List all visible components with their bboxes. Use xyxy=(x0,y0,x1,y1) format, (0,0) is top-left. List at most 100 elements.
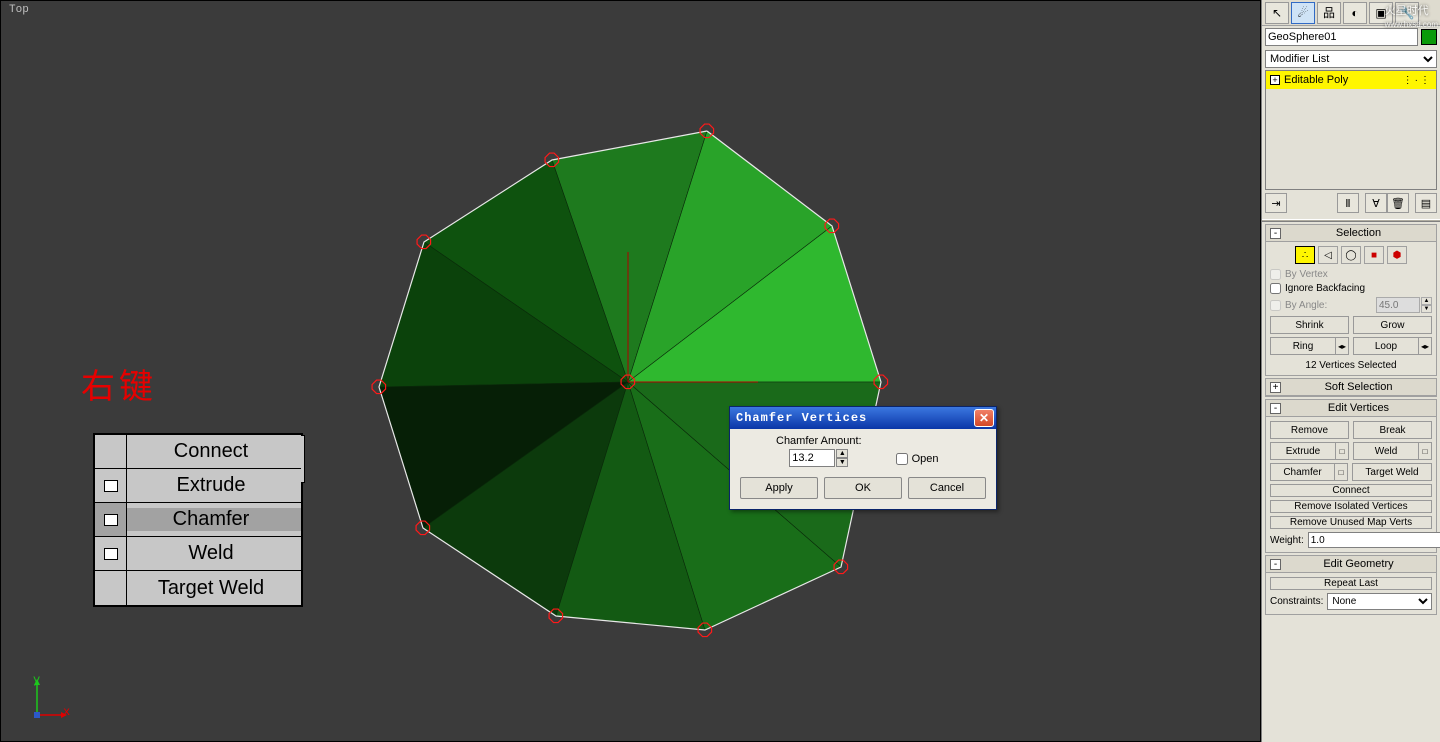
polygon-subobject-icon[interactable]: ■ xyxy=(1364,246,1384,264)
object-name-input[interactable] xyxy=(1265,28,1418,46)
vertex-subobject-icon[interactable]: ∴ xyxy=(1295,246,1315,264)
shrink-button[interactable]: Shrink xyxy=(1270,316,1349,334)
extrude-button[interactable]: Extrude xyxy=(1270,442,1335,460)
expand-icon[interactable]: + xyxy=(1270,75,1280,85)
edit-geometry-rollup: - Edit Geometry Repeat Last Constraints:… xyxy=(1265,555,1437,615)
edit-vertices-rollup: - Edit Vertices Remove Break Extrude□ We… xyxy=(1265,399,1437,553)
spinner-down-icon[interactable]: ▼ xyxy=(836,458,848,467)
modifier-list-dropdown[interactable]: Modifier List xyxy=(1265,50,1437,68)
configure-sets-icon[interactable]: ▤ xyxy=(1415,193,1437,213)
chamfer-button[interactable]: Chamfer xyxy=(1270,463,1334,481)
element-subobject-icon[interactable]: ⬢ xyxy=(1387,246,1407,264)
collapse-icon[interactable]: - xyxy=(1270,559,1281,570)
ignore-backfacing-checkbox[interactable] xyxy=(1270,283,1281,294)
context-item-label: Weld xyxy=(127,542,301,565)
edit-geometry-header[interactable]: - Edit Geometry xyxy=(1266,556,1436,573)
motion-tab-icon[interactable]: ◐ xyxy=(1343,2,1367,24)
weld-button[interactable]: Weld xyxy=(1353,442,1418,460)
close-icon[interactable]: ✕ xyxy=(974,409,994,427)
geosphere-mesh xyxy=(1,1,1262,742)
display-tab-icon[interactable]: ▣ xyxy=(1369,2,1393,24)
loop-spinner-icon[interactable]: ◂▸ xyxy=(1418,337,1432,355)
chamfer-dialog: Chamfer Vertices ✕ Chamfer Amount: ▲ ▼ xyxy=(729,406,997,510)
context-item-weld[interactable]: Weld xyxy=(95,537,301,571)
soft-selection-header[interactable]: + Soft Selection xyxy=(1266,379,1436,396)
context-item-label: Extrude xyxy=(127,474,301,497)
cancel-button[interactable]: Cancel xyxy=(908,477,986,499)
make-unique-icon[interactable]: ∀ xyxy=(1365,193,1387,213)
create-tab-icon[interactable]: ↖ xyxy=(1265,2,1289,24)
object-color-swatch[interactable] xyxy=(1421,29,1437,45)
selection-status: 12 Vertices Selected xyxy=(1270,360,1432,371)
expand-icon[interactable]: + xyxy=(1270,382,1281,393)
by-angle-checkbox xyxy=(1270,300,1281,311)
axis-x-label: x xyxy=(63,705,70,719)
remove-isolated-button[interactable]: Remove Isolated Vertices xyxy=(1270,500,1432,513)
loop-button[interactable]: Loop xyxy=(1353,337,1418,355)
context-menu: Connect Extrude Chamfer Weld Target Weld xyxy=(93,433,303,607)
settings-box-icon[interactable] xyxy=(104,548,118,560)
dialog-titlebar[interactable]: Chamfer Vertices ✕ xyxy=(730,407,996,429)
open-label: Open xyxy=(912,453,939,465)
selection-rollup: - Selection ∴ ◁ ◯ ■ ⬢ By Vertex Ignore B… xyxy=(1265,224,1437,376)
repeat-last-button[interactable]: Repeat Last xyxy=(1270,577,1432,590)
chamfer-amount-label: Chamfer Amount: xyxy=(776,435,862,447)
open-checkbox[interactable] xyxy=(896,453,908,465)
hierarchy-tab-icon[interactable]: 品 xyxy=(1317,2,1341,24)
spinner-up-icon[interactable]: ▲ xyxy=(836,449,848,458)
context-item-extrude[interactable]: Extrude xyxy=(95,469,301,503)
soft-selection-rollup: + Soft Selection xyxy=(1265,378,1437,397)
edit-vertices-header[interactable]: - Edit Vertices xyxy=(1266,400,1436,417)
axis-gizmo: y x xyxy=(21,675,67,721)
edge-subobject-icon[interactable]: ◁ xyxy=(1318,246,1338,264)
modifier-stack[interactable]: + Editable Poly ⋮·⋮ xyxy=(1265,70,1437,190)
dialog-title: Chamfer Vertices xyxy=(736,411,974,425)
settings-box-icon[interactable] xyxy=(104,480,118,492)
remove-button[interactable]: Remove xyxy=(1270,421,1349,439)
by-vertex-checkbox xyxy=(1270,269,1281,280)
selection-header[interactable]: - Selection xyxy=(1266,225,1436,242)
utilities-tab-icon[interactable]: 🔧 xyxy=(1395,2,1419,24)
annotation-rightclick: 右键 xyxy=(81,359,157,408)
ring-spinner-icon[interactable]: ◂▸ xyxy=(1335,337,1349,355)
connect-button[interactable]: Connect xyxy=(1270,484,1432,497)
context-item-target-weld[interactable]: Target Weld xyxy=(95,571,301,605)
context-item-label: Chamfer xyxy=(127,508,301,531)
collapse-icon[interactable]: - xyxy=(1270,403,1281,414)
extrude-settings-icon[interactable]: □ xyxy=(1335,442,1349,460)
pin-stack-icon[interactable]: ⇥ xyxy=(1265,193,1287,213)
show-end-result-icon[interactable]: Ⅱ xyxy=(1337,193,1359,213)
weight-input[interactable] xyxy=(1308,532,1440,548)
weight-label: Weight: xyxy=(1270,535,1304,546)
remove-unused-button[interactable]: Remove Unused Map Verts xyxy=(1270,516,1432,529)
collapse-icon[interactable]: - xyxy=(1270,228,1281,239)
spinner-down-icon: ▼ xyxy=(1421,305,1432,313)
subobject-indicator-icon: ⋮·⋮ xyxy=(1403,75,1432,86)
modify-tab-icon[interactable]: ☄ xyxy=(1291,2,1315,24)
weld-settings-icon[interactable]: □ xyxy=(1418,442,1432,460)
context-item-chamfer[interactable]: Chamfer xyxy=(95,503,301,537)
border-subobject-icon[interactable]: ◯ xyxy=(1341,246,1361,264)
constraints-label: Constraints: xyxy=(1270,596,1323,607)
command-panel: ↖ ☄ 品 ◐ ▣ 🔧 火星时代 www.hxsd.com Modifier L… xyxy=(1261,0,1440,742)
viewport[interactable]: Top y x 右键 ConnectExtrudeChamferWeldTarg… xyxy=(0,0,1261,742)
remove-modifier-icon[interactable]: 🗑 xyxy=(1387,193,1409,213)
grow-button[interactable]: Grow xyxy=(1353,316,1432,334)
stack-item-editable-poly[interactable]: + Editable Poly ⋮·⋮ xyxy=(1266,71,1436,89)
by-angle-input xyxy=(1376,297,1420,313)
chamfer-amount-input[interactable] xyxy=(789,449,835,467)
ok-button[interactable]: OK xyxy=(824,477,902,499)
target-weld-button[interactable]: Target Weld xyxy=(1352,463,1432,481)
break-button[interactable]: Break xyxy=(1353,421,1432,439)
command-panel-tabs: ↖ ☄ 品 ◐ ▣ 🔧 火星时代 www.hxsd.com xyxy=(1262,0,1440,26)
chamfer-settings-icon[interactable]: □ xyxy=(1334,463,1348,481)
settings-box-icon[interactable] xyxy=(104,514,118,526)
axis-y-label: y xyxy=(33,673,40,687)
spinner-up-icon: ▲ xyxy=(1421,297,1432,305)
context-item-label: Target Weld xyxy=(127,577,301,600)
apply-button[interactable]: Apply xyxy=(740,477,818,499)
context-item-label: Connect xyxy=(127,440,301,463)
context-item-connect[interactable]: Connect xyxy=(95,435,301,469)
constraints-dropdown[interactable]: None xyxy=(1327,593,1432,610)
ring-button[interactable]: Ring xyxy=(1270,337,1335,355)
